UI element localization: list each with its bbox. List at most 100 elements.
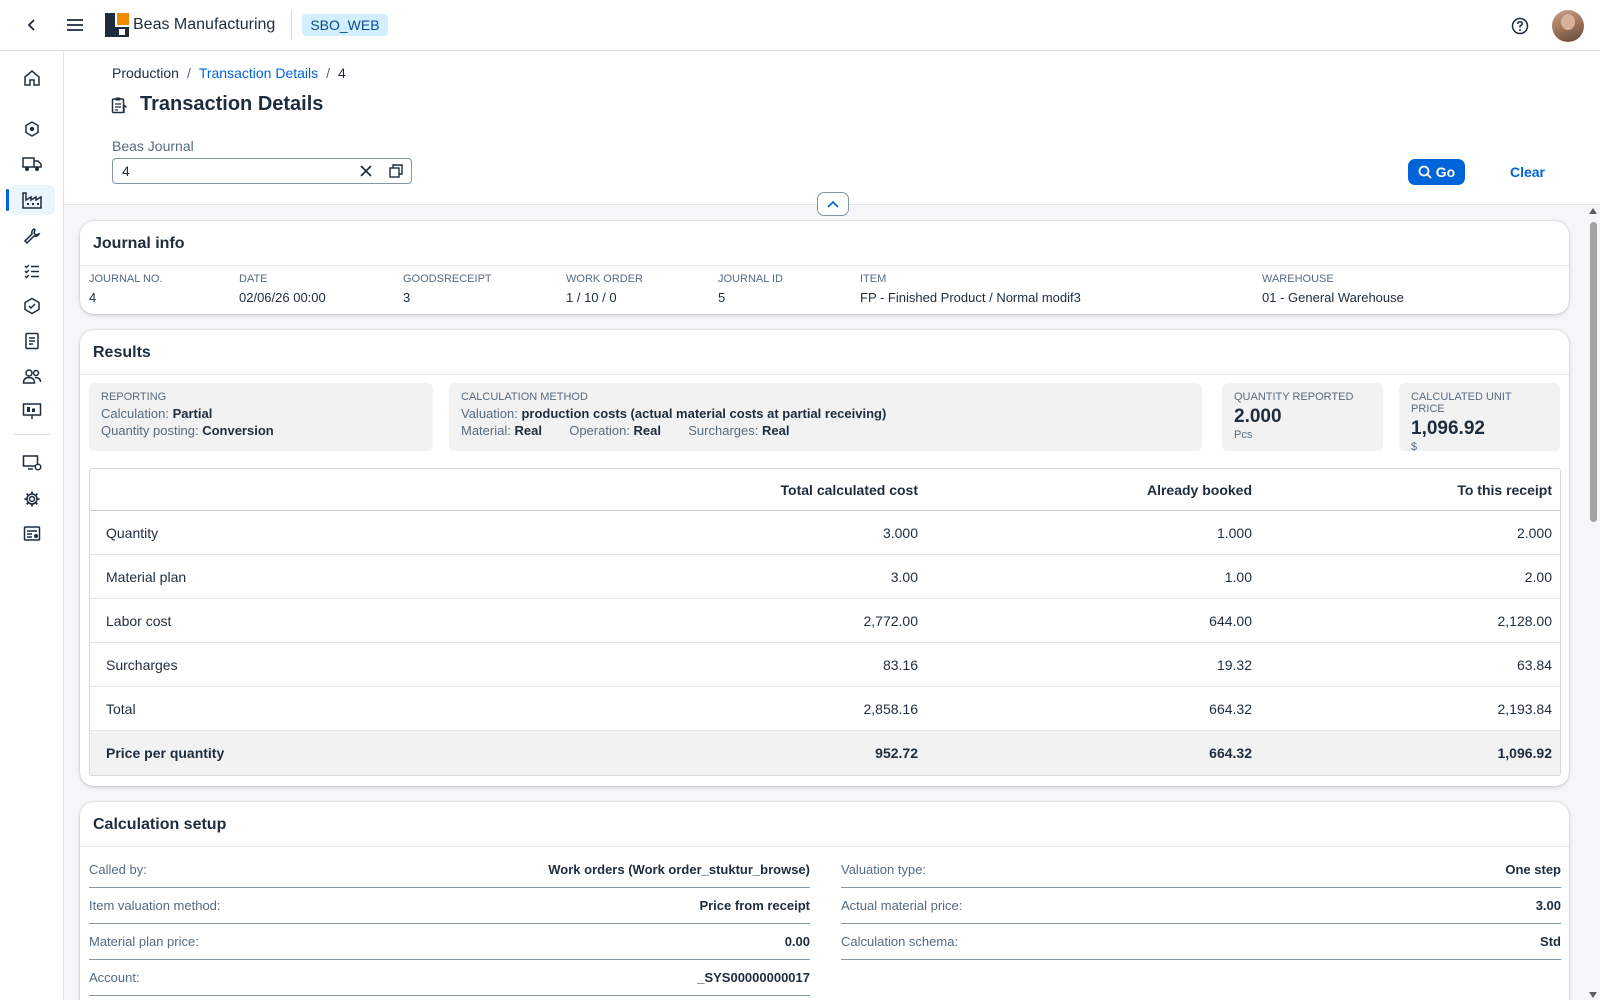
clear-button[interactable]: Clear	[1510, 164, 1545, 180]
nav-logistics[interactable]	[8, 149, 55, 179]
setup-field-calculation-schema: Calculation schema: Std	[841, 924, 1561, 960]
nav-resources[interactable]	[8, 114, 55, 144]
tile-label: Quantity reported	[1234, 391, 1354, 403]
factory-icon	[21, 192, 42, 209]
field-label: Actual material price:	[841, 898, 963, 913]
field-label: Calculation schema:	[841, 934, 959, 949]
help-button[interactable]	[1502, 8, 1538, 44]
copy-window-icon	[389, 164, 403, 178]
row-label: Total	[106, 700, 136, 717]
delivery-truck-icon	[21, 157, 42, 171]
calc-components: Material: Real Operation: Real Surcharge…	[461, 423, 1190, 438]
table-header-row: Total calculated cost Already booked To …	[90, 469, 1560, 511]
line-value: production costs (actual material costs …	[521, 406, 887, 421]
beas-journal-input-value[interactable]: 4	[122, 163, 351, 179]
breadcrumb-link-transaction-details[interactable]: Transaction Details	[199, 65, 318, 81]
page-title: Transaction Details	[140, 93, 324, 115]
field-journal-id: Journal ID 5	[718, 273, 783, 305]
results-table: Total calculated cost Already booked To …	[89, 468, 1561, 776]
nav-tools[interactable]	[8, 221, 55, 251]
scroll-down-arrow-icon[interactable]	[1589, 992, 1597, 998]
quantity-reported-value: 2.000	[1234, 406, 1282, 427]
line-value: Real	[633, 423, 661, 438]
breadcrumb-root: Production	[112, 65, 179, 81]
line-key: Quantity posting:	[101, 423, 199, 438]
value-help-button[interactable]	[381, 159, 411, 183]
nav-reports[interactable]	[8, 519, 55, 549]
settings-monitor-icon	[22, 455, 41, 471]
nav-separator	[14, 434, 50, 435]
home-icon	[23, 70, 40, 86]
field-label: Date	[239, 273, 268, 285]
collapse-header-button[interactable]	[817, 192, 849, 216]
row-label: Labor cost	[106, 612, 172, 629]
filter-label-beas-journal: Beas Journal	[112, 138, 194, 154]
calculated-unit-price-value: 1,096.92	[1411, 418, 1485, 439]
line-key: Valuation:	[461, 406, 518, 421]
app-name: Beas Manufacturing	[133, 16, 276, 33]
back-button[interactable]	[14, 7, 50, 43]
user-avatar[interactable]	[1552, 10, 1584, 42]
close-icon	[360, 165, 372, 177]
field-label: Item	[860, 273, 887, 285]
nav-tasks[interactable]	[8, 256, 55, 286]
setup-field-actual-material-price: Actual material price: 3.00	[841, 888, 1561, 924]
nav-settings[interactable]	[8, 484, 55, 514]
page-scrollbar[interactable]	[1586, 206, 1600, 1000]
field-value: Price from receipt	[699, 898, 810, 913]
field-date: Date 02/06/26 00:00	[239, 273, 326, 305]
help-icon	[1511, 17, 1529, 35]
cell-booked: 644.00	[1209, 612, 1252, 629]
scroll-up-arrow-icon[interactable]	[1589, 208, 1597, 214]
reporting-calculation: Calculation: Partial	[101, 406, 421, 421]
journal-info-title: Journal info	[93, 235, 185, 252]
cell-booked: 19.32	[1216, 656, 1252, 673]
setup-field-called-by: Called by: Work orders (Work order_stukt…	[89, 852, 810, 888]
field-value: 01 - General Warehouse	[1262, 290, 1404, 305]
reporting-tile: Reporting Calculation: Partial Quantity …	[89, 383, 433, 451]
tile-label: Calculation method	[461, 391, 588, 403]
report-icon	[23, 526, 40, 541]
cell-total: 3.000	[882, 524, 918, 541]
line-value: Real	[761, 423, 790, 438]
menu-button[interactable]	[57, 7, 93, 43]
cell-booked: 1.00	[1224, 568, 1252, 585]
cube-network-icon	[24, 121, 39, 137]
cell-total: 2,772.00	[863, 612, 919, 629]
line-value: Partial	[172, 406, 213, 421]
breadcrumb-separator: /	[186, 65, 191, 81]
app-logo[interactable]: Beas Manufacturing	[105, 13, 275, 37]
results-card: Results Reporting Calculation: Partial Q…	[80, 330, 1569, 786]
nav-people[interactable]	[8, 361, 55, 391]
cell-total: 83.16	[882, 656, 918, 673]
row-label: Material plan	[106, 568, 187, 585]
cell-receipt: 2.00	[1524, 568, 1552, 585]
cell-total: 3.00	[890, 568, 918, 585]
wrench-icon	[23, 228, 40, 245]
row-label: Quantity	[106, 524, 159, 541]
tile-label: Calculated unit price	[1411, 391, 1512, 415]
calculated-unit-price-unit: $	[1411, 441, 1418, 453]
nav-documents[interactable]	[8, 326, 55, 356]
field-label: GoodsReceipt	[403, 273, 492, 285]
nav-presentation[interactable]	[8, 396, 55, 426]
beas-journal-input[interactable]: 4	[112, 158, 412, 184]
clear-input-button[interactable]	[351, 159, 381, 183]
field-value: 1 / 10 / 0	[566, 290, 617, 305]
scroll-thumb[interactable]	[1590, 222, 1597, 522]
chevron-up-icon	[827, 200, 839, 208]
nav-home[interactable]	[8, 63, 55, 93]
nav-configuration[interactable]	[8, 448, 55, 478]
nav-production[interactable]	[6, 185, 55, 215]
field-journal-no: Journal No. 4	[89, 273, 163, 305]
breadcrumb-separator: /	[326, 65, 331, 81]
go-button[interactable]: Go	[1408, 159, 1465, 185]
cell-total: 952.72	[875, 745, 918, 761]
line-key: Calculation:	[101, 406, 169, 421]
field-label: Warehouse	[1262, 273, 1334, 285]
field-warehouse: Warehouse 01 - General Warehouse	[1262, 273, 1404, 305]
presentation-icon	[22, 403, 41, 419]
line-key: Operation:	[569, 423, 630, 438]
nav-products[interactable]	[8, 291, 55, 321]
shell-bar: Beas Manufacturing SBO_WEB	[0, 0, 1600, 51]
